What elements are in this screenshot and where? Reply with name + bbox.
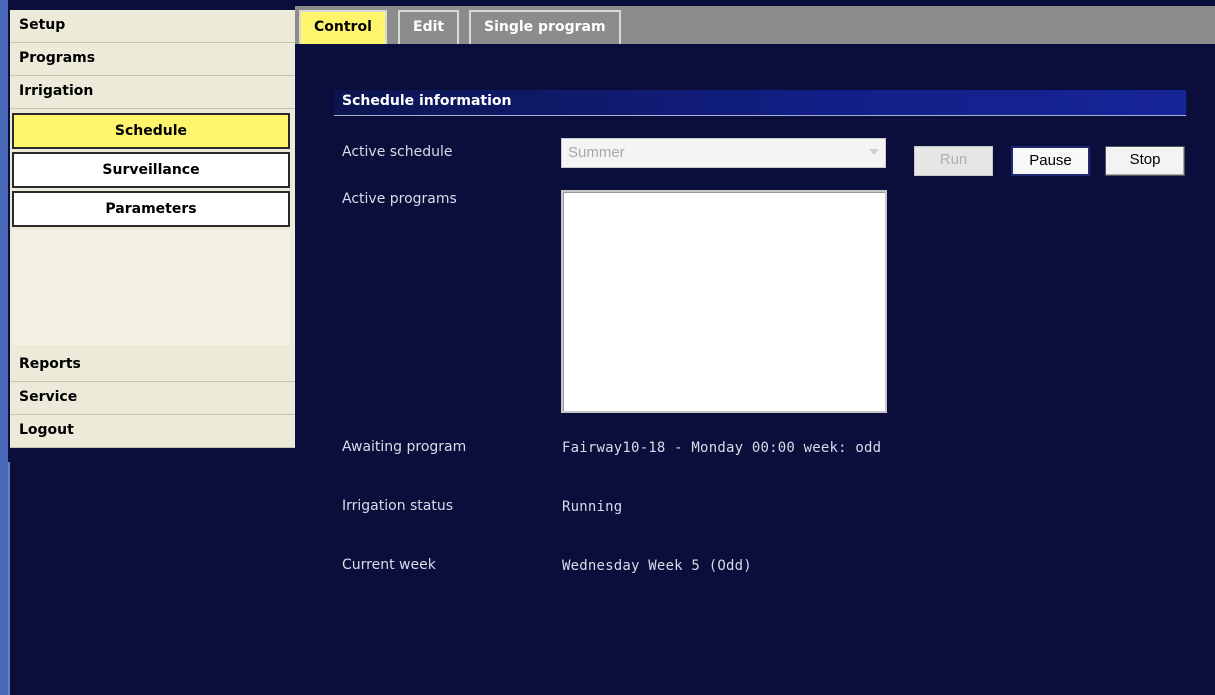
current-week-label: Current week — [342, 557, 436, 573]
tab-control[interactable]: Control — [299, 10, 387, 44]
run-button[interactable]: Run — [914, 146, 993, 176]
menu-item-programs[interactable]: Programs — [10, 43, 295, 76]
active-programs-list[interactable] — [561, 190, 887, 413]
active-programs-label: Active programs — [342, 191, 457, 207]
current-week-value: Wednesday Week 5 (Odd) — [562, 558, 752, 574]
irrigation-status-label: Irrigation status — [342, 498, 454, 514]
menu-item-setup[interactable]: Setup — [10, 10, 295, 43]
pause-button[interactable]: Pause — [1011, 146, 1090, 176]
awaiting-program-label: Awaiting program — [342, 439, 467, 455]
left-edge-accent — [8, 462, 10, 695]
active-schedule-value: Summer — [568, 144, 625, 161]
stop-button[interactable]: Stop — [1105, 146, 1185, 176]
active-schedule-select[interactable]: Summer — [561, 138, 886, 168]
tab-edit[interactable]: Edit — [398, 10, 460, 44]
submenu-item-parameters[interactable]: Parameters — [12, 191, 290, 227]
chevron-down-icon — [869, 149, 879, 155]
irrigation-submenu: Schedule Surveillance Parameters — [10, 109, 295, 349]
sidebar: Setup Programs Irrigation Schedule Surve… — [10, 10, 295, 448]
menu-item-service[interactable]: Service — [10, 382, 295, 415]
tab-single-program[interactable]: Single program — [469, 10, 621, 44]
tab-bar: Control Edit Single program — [295, 6, 1215, 44]
left-edge-strip — [0, 0, 8, 695]
submenu-item-surveillance[interactable]: Surveillance — [12, 152, 290, 188]
section-header: Schedule information — [334, 90, 1186, 116]
awaiting-program-value: Fairway10-18 - Monday 00:00 week: odd — [562, 440, 882, 456]
menu-item-reports[interactable]: Reports — [10, 349, 295, 382]
active-schedule-label: Active schedule — [342, 144, 453, 160]
submenu-item-schedule[interactable]: Schedule — [12, 113, 290, 149]
menu-item-irrigation[interactable]: Irrigation — [10, 76, 295, 109]
irrigation-status-value: Running — [562, 499, 623, 515]
menu-item-logout[interactable]: Logout — [10, 415, 295, 448]
submenu-empty-space — [12, 230, 290, 345]
